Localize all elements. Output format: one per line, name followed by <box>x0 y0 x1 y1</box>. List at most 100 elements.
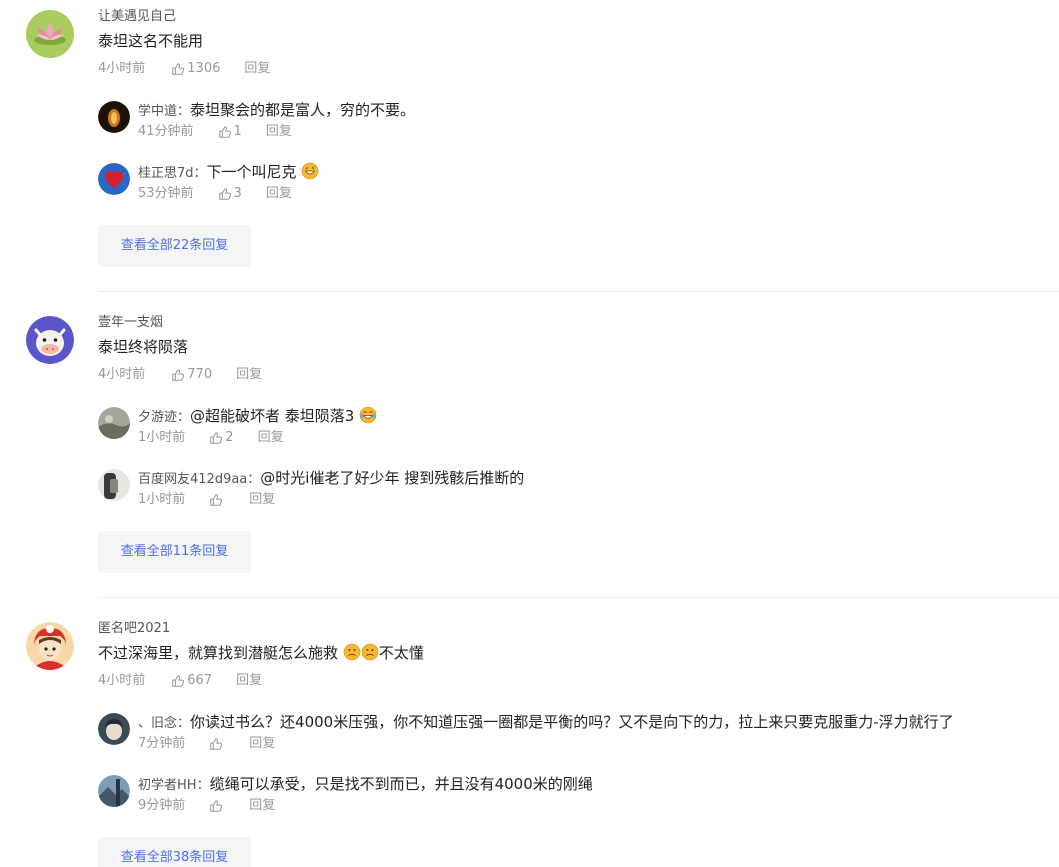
reply-button[interactable]: 回复 <box>249 491 275 509</box>
comment-text: 泰坦这名不能用 <box>98 32 204 50</box>
like-button[interactable]: 3 <box>218 185 242 203</box>
reply-button[interactable]: 回复 <box>244 60 270 78</box>
view-all-replies-button[interactable]: 查看全部38条回复 <box>98 837 251 867</box>
like-count: 3 <box>233 186 242 201</box>
photo-avatar-icon <box>98 407 130 439</box>
avatar[interactable] <box>26 622 74 670</box>
comment-text: 不过深海里，就算找到潜艇怎么施救 <box>98 644 339 662</box>
avatar[interactable] <box>26 10 74 58</box>
comment-text-tail: 不太懂 <box>378 644 424 662</box>
reply-text: @时光i催老了好少年 搜到残骸后推断的 <box>260 469 525 487</box>
reply-avatar[interactable] <box>98 101 130 133</box>
girl-avatar-icon <box>26 622 74 670</box>
reply-button[interactable]: 回复 <box>266 185 292 203</box>
like-button[interactable]: 667 <box>171 672 212 690</box>
reply-line: 初学者HH：缆绳可以承受，只是找不到而已，并且没有4000米的刚绳 <box>138 773 593 797</box>
avatar[interactable] <box>26 316 74 364</box>
like-button[interactable]: 2 <box>209 429 234 447</box>
reply-avatar[interactable] <box>98 469 130 501</box>
reply-line: 夕游迹：@超能破坏者 泰坦陨落3 <box>138 405 377 429</box>
lotus-avatar-icon <box>26 10 74 58</box>
reply-item: 、旧念：你读过书么？还4000米压强，你不知道压强一圈都是平衡的吗？又不是向下的… <box>98 711 1058 761</box>
thumbs-up-icon <box>210 432 223 444</box>
reply-separator: ： <box>196 778 210 793</box>
comment-author[interactable]: 让美遇见自己 <box>98 8 176 26</box>
comment-time: 4小时前 <box>98 61 146 76</box>
thumbs-up-icon <box>172 369 185 381</box>
like-count: 1 <box>233 124 242 139</box>
cow-avatar-icon <box>26 316 74 364</box>
reply-avatar[interactable] <box>98 163 130 195</box>
like-button[interactable] <box>209 493 225 507</box>
like-button[interactable]: 1 <box>218 123 242 141</box>
reply-author[interactable]: 初学者HH <box>138 778 197 793</box>
reply-item: 百度网友412d9aa：@时光i催老了好少年 搜到残骸后推断的 1小时前 回复 <box>98 467 1058 517</box>
comment-text: 泰坦终将陨落 <box>98 338 189 356</box>
comment-author[interactable]: 匿名吧2021 <box>98 620 170 638</box>
reply-line: 学中道：泰坦聚会的都是富人，穷的不要。 <box>138 99 415 123</box>
heart-avatar-icon <box>98 163 130 195</box>
reply-button[interactable]: 回复 <box>258 429 284 447</box>
reply-meta: 7分钟前 回复 <box>138 735 275 753</box>
reply-button[interactable]: 回复 <box>249 797 275 815</box>
reply-avatar[interactable] <box>98 775 130 807</box>
reply-time: 7分钟前 <box>138 736 186 751</box>
thumbs-up-icon <box>172 675 185 687</box>
anime-avatar-icon <box>98 713 130 745</box>
comment-text-line: 不过深海里，就算找到潜艇怎么施救 不太懂 <box>98 642 424 664</box>
reply-button[interactable]: 回复 <box>236 672 262 690</box>
reply-author[interactable]: 百度网友412d9aa <box>138 472 247 487</box>
reply-button[interactable]: 回复 <box>249 735 275 753</box>
like-button[interactable] <box>209 799 225 813</box>
reply-separator: ： <box>247 472 261 487</box>
reply-author[interactable]: 、旧念 <box>138 716 177 731</box>
reply-time: 1小时前 <box>138 492 186 507</box>
comment-meta: 4小时前 770 回复 <box>98 366 262 384</box>
portrait-avatar-icon <box>98 469 130 501</box>
like-count: 667 <box>187 673 213 688</box>
thumbs-up-icon <box>210 738 223 750</box>
comment-meta: 4小时前 1306 回复 <box>98 60 270 78</box>
reply-text: @超能破坏者 泰坦陨落3 <box>190 407 355 425</box>
like-button[interactable] <box>209 737 225 751</box>
reply-line: 、旧念：你读过书么？还4000米压强，你不知道压强一圈都是平衡的吗？又不是向下的… <box>138 711 954 735</box>
reply-meta: 1小时前 回复 <box>138 491 275 509</box>
comment-list: 让美遇见自己 泰坦这名不能用 4小时前 1306 回复 学中道：泰坦聚会的都是富… <box>0 0 1059 867</box>
reply-author[interactable]: 桂正思7d <box>138 166 194 181</box>
reply-avatar[interactable] <box>98 713 130 745</box>
comment-meta: 4小时前 667 回复 <box>98 672 262 690</box>
landscape-avatar-icon <box>98 775 130 807</box>
reply-item: 夕游迹：@超能破坏者 泰坦陨落3 1小时前 2 回复 <box>98 405 1058 455</box>
slightly-frowning-emoji-icon <box>361 643 379 661</box>
thumbs-up-icon <box>210 494 223 506</box>
reply-text: 缆绳可以承受，只是找不到而已，并且没有4000米的刚绳 <box>209 775 593 793</box>
thumbs-up-icon <box>218 126 231 138</box>
divider <box>98 597 1059 598</box>
reply-meta: 41分钟前 1 回复 <box>138 123 292 141</box>
reply-avatar[interactable] <box>98 407 130 439</box>
reply-item: 初学者HH：缆绳可以承受，只是找不到而已，并且没有4000米的刚绳 9分钟前 回… <box>98 773 1058 823</box>
comment-author[interactable]: 壹年一支烟 <box>98 314 163 332</box>
reply-button[interactable]: 回复 <box>266 123 292 141</box>
reply-author[interactable]: 学中道 <box>138 104 177 119</box>
reply-text: 你读过书么？还4000米压强，你不知道压强一圈都是平衡的吗？又不是向下的力，拉上… <box>190 713 954 731</box>
thumbs-up-icon <box>210 800 223 812</box>
reply-button[interactable]: 回复 <box>236 366 262 384</box>
like-button[interactable]: 770 <box>171 366 212 384</box>
lantern-avatar-icon <box>98 101 130 133</box>
reply-meta: 53分钟前 3 回复 <box>138 185 292 203</box>
thumbs-up-icon <box>172 63 185 75</box>
reply-item: 学中道：泰坦聚会的都是富人，穷的不要。 41分钟前 1 回复 <box>98 99 1058 149</box>
reply-separator: ： <box>193 166 207 181</box>
thumbs-up-icon <box>218 188 231 200</box>
view-all-replies-button[interactable]: 查看全部22条回复 <box>98 225 251 267</box>
reply-separator: ： <box>177 410 191 425</box>
reply-separator: ： <box>177 716 191 731</box>
like-count: 770 <box>187 367 213 382</box>
reply-author[interactable]: 夕游迹 <box>138 410 177 425</box>
grinning-sweat-emoji-icon <box>302 162 319 180</box>
reply-time: 41分钟前 <box>138 124 194 139</box>
reply-time: 53分钟前 <box>138 186 194 201</box>
like-button[interactable]: 1306 <box>171 60 220 78</box>
view-all-replies-button[interactable]: 查看全部11条回复 <box>98 531 251 573</box>
